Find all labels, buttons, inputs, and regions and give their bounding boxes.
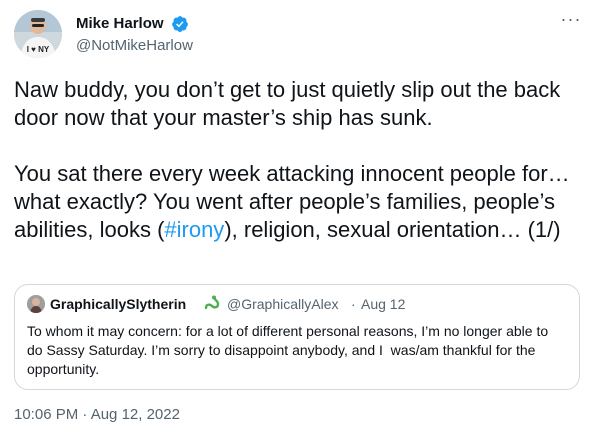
quote-date[interactable]: Aug 12 xyxy=(361,295,405,313)
quote-avatar-image xyxy=(27,295,45,313)
quoted-tweet-card[interactable]: GraphicallySlytherin @GraphicallyAlex · … xyxy=(14,284,580,390)
snake-icon xyxy=(204,295,220,310)
author-handle[interactable]: @NotMikeHarlow xyxy=(76,37,193,55)
avatar-image: I ♥ NY xyxy=(14,10,62,58)
quote-separator: · xyxy=(351,296,356,312)
quote-author-avatar[interactable] xyxy=(27,295,45,313)
more-options-icon[interactable]: ··· xyxy=(560,10,582,30)
hashtag-link[interactable]: #irony xyxy=(164,217,224,242)
quote-text: To whom it may concern: for a lot of dif… xyxy=(27,323,553,377)
verified-badge-icon xyxy=(172,16,188,32)
tweet-text: Naw buddy, you don’t get to just quietly… xyxy=(14,76,580,244)
quote-author-handle[interactable]: @GraphicallyAlex xyxy=(227,295,338,313)
avatar-shirt-text: I ♥ NY xyxy=(27,45,50,54)
author-name[interactable]: Mike Harlow xyxy=(76,15,164,33)
author-avatar[interactable]: I ♥ NY xyxy=(14,10,62,58)
tweet-timestamp[interactable]: 10:06 PM · Aug 12, 2022 xyxy=(14,405,180,425)
quote-author-name[interactable]: GraphicallySlytherin xyxy=(50,295,186,313)
tweet: I ♥ NY Mike Harlow @NotMikeHarlow ··· Na… xyxy=(0,0,594,442)
tweet-text-tail: ), religion, sexual orientation… (1/) xyxy=(224,217,561,242)
